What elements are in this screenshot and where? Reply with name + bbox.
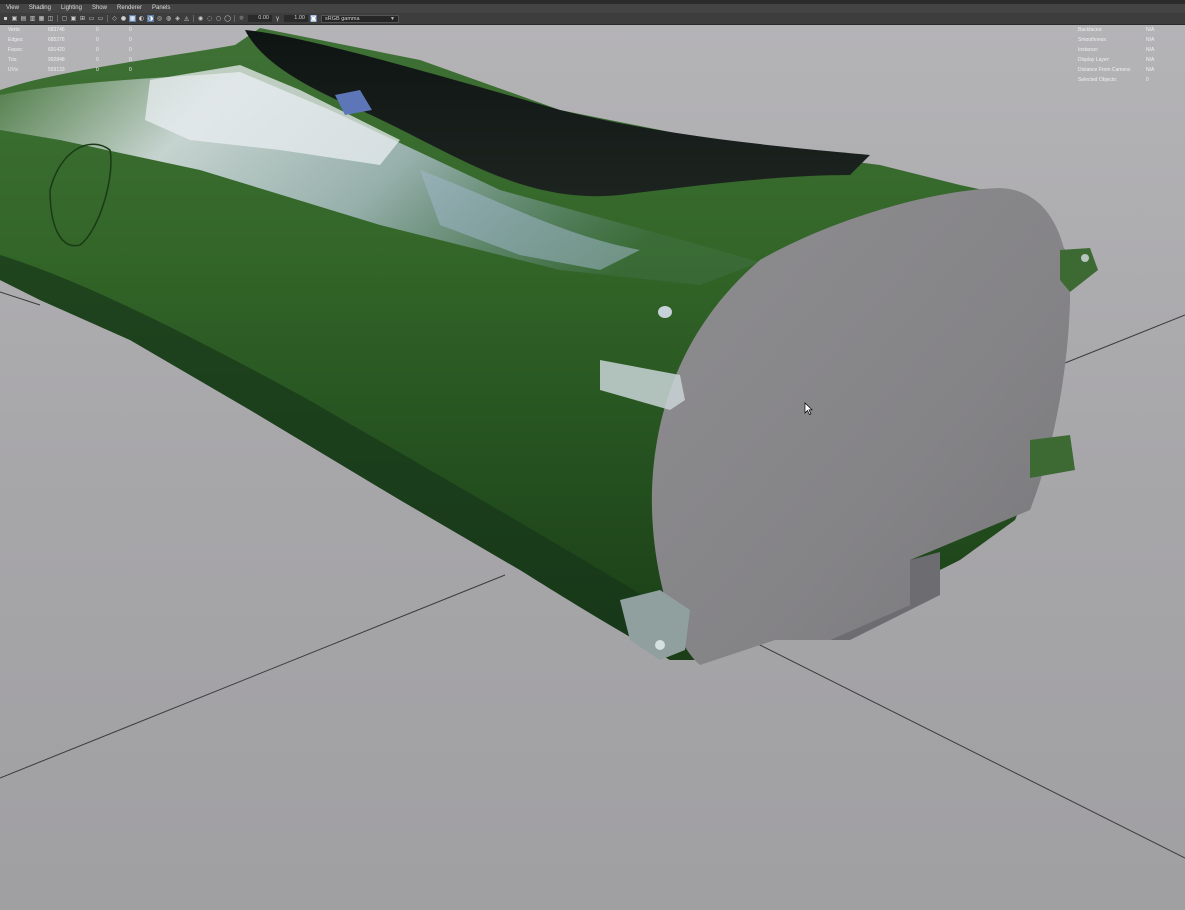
- gamma-icon[interactable]: γ: [274, 15, 281, 22]
- hud-label: Distance From Camera:: [1078, 67, 1132, 73]
- hud-components: 0: [129, 37, 132, 43]
- body-hole: [658, 306, 672, 318]
- xray-joints-icon[interactable]: ○: [215, 15, 222, 22]
- view-transform-dropdown[interactable]: sRGB gamma ▼: [321, 14, 399, 23]
- hud-row-uvs: UVs: 559133 0 0: [8, 65, 149, 75]
- hud-value: 0: [1146, 77, 1149, 83]
- hud-components: 0: [129, 67, 132, 73]
- hud-label: Backfaces:: [1078, 27, 1103, 33]
- menu-renderer[interactable]: Renderer: [117, 4, 142, 13]
- hud-row-backfaces: Backfaces: N/A: [1078, 25, 1154, 35]
- image-plane-icon[interactable]: ▥: [29, 15, 36, 22]
- grid-toggle-icon[interactable]: ▦: [38, 15, 45, 22]
- field-chart-icon[interactable]: ⊞: [79, 15, 86, 22]
- lights-icon[interactable]: ◐: [138, 15, 145, 22]
- hud-components: 0: [129, 57, 132, 63]
- hud-value: 691420: [48, 47, 65, 53]
- lower-mount-bolt: [655, 640, 665, 650]
- hud-row-selected-objects: Selected Objects: 0: [1078, 75, 1154, 85]
- panel-menubar: View Shading Lighting Show Renderer Pane…: [0, 4, 1185, 13]
- poly-count-hud: Verts: 683746 0 0 Edges: 685276 0 0 Face…: [8, 25, 149, 75]
- gate-mask-icon[interactable]: ▣: [70, 15, 77, 22]
- menu-view[interactable]: View: [6, 4, 19, 13]
- hud-row-distance: Distance From Camera: N/A: [1078, 65, 1154, 75]
- hud-value: 683746: [48, 27, 65, 33]
- film-gate-icon[interactable]: ◫: [47, 15, 54, 22]
- hud-label: UVs:: [8, 67, 19, 73]
- smooth-shade-icon[interactable]: ●: [120, 15, 127, 22]
- gamma-field[interactable]: 1.00: [284, 15, 308, 22]
- object-details-hud: Backfaces: N/A Smoothness: N/A Instance:…: [1078, 25, 1154, 85]
- hud-components: 0: [129, 27, 132, 33]
- hud-label: Selected Objects:: [1078, 77, 1118, 83]
- hud-label: Tris:: [8, 57, 18, 63]
- hud-label: Instance:: [1078, 47, 1099, 53]
- backface-culling-icon[interactable]: ◯: [224, 15, 231, 22]
- viewport-3d[interactable]: [0, 25, 1185, 910]
- color-management-icon[interactable]: ◙: [310, 15, 317, 22]
- menu-panels[interactable]: Panels: [152, 4, 170, 13]
- hud-label: Display Layer:: [1078, 57, 1110, 63]
- screen-space-ao-icon[interactable]: ◎: [156, 15, 163, 22]
- toolbar-divider: [234, 15, 235, 22]
- hud-value: 685276: [48, 37, 65, 43]
- hud-value: N/A: [1146, 67, 1155, 73]
- resolution-gate-icon[interactable]: ▢: [61, 15, 68, 22]
- hud-value: N/A: [1146, 47, 1155, 53]
- hud-selected: 0: [96, 27, 99, 33]
- hud-value: 992848: [48, 57, 65, 63]
- exposure-icon[interactable]: ☼: [238, 15, 245, 22]
- camera-attributes-icon[interactable]: ▣: [11, 15, 18, 22]
- chevron-down-icon: ▼: [390, 15, 395, 22]
- toolbar-divider: [57, 15, 58, 22]
- hud-value: N/A: [1146, 37, 1155, 43]
- hud-row-verts: Verts: 683746 0 0: [8, 25, 149, 35]
- maya-window: View Shading Lighting Show Renderer Pane…: [0, 0, 1185, 910]
- hud-row-smoothness: Smoothness: N/A: [1078, 35, 1154, 45]
- hud-selected: 0: [96, 47, 99, 53]
- hud-selected: 0: [96, 67, 99, 73]
- safe-action-icon[interactable]: ▭: [88, 15, 95, 22]
- menu-shading[interactable]: Shading: [29, 4, 51, 13]
- hud-label: Faces:: [8, 47, 24, 53]
- textured-icon[interactable]: ▦: [129, 15, 136, 22]
- hud-value: 559133: [48, 67, 65, 73]
- hud-components: 0: [129, 47, 132, 53]
- view-transform-value: sRGB gamma: [325, 15, 360, 22]
- xray-icon[interactable]: ◌: [206, 15, 213, 22]
- shadows-icon[interactable]: ◑: [147, 15, 154, 22]
- safe-title-icon[interactable]: ▭: [97, 15, 104, 22]
- upper-mount-bolt: [1081, 254, 1089, 262]
- menu-lighting[interactable]: Lighting: [61, 4, 82, 13]
- hud-row-edges: Edges: 685276 0 0: [8, 35, 149, 45]
- hud-row-tris: Tris: 992848 0 0: [8, 55, 149, 65]
- hud-selected: 0: [96, 37, 99, 43]
- panel-toolbar: ▪ ▣ ▤ ▥ ▦ ◫ ▢ ▣ ⊞ ▭ ▭ ◇ ● ▦ ◐ ◑ ◎ ◍ ◈ ◬ …: [0, 13, 1185, 25]
- viewport-render: [0, 25, 1185, 910]
- hud-value: N/A: [1146, 57, 1155, 63]
- hud-label: Verts:: [8, 27, 21, 33]
- hud-value: N/A: [1146, 27, 1155, 33]
- hud-selected: 0: [96, 57, 99, 63]
- wireframe-icon[interactable]: ◇: [111, 15, 118, 22]
- motion-blur-icon[interactable]: ◍: [165, 15, 172, 22]
- hud-row-display-layer: Display Layer: N/A: [1078, 55, 1154, 65]
- exposure-field[interactable]: 0.00: [248, 15, 272, 22]
- bookmark-icon[interactable]: ▤: [20, 15, 27, 22]
- depth-of-field-icon[interactable]: ◬: [183, 15, 190, 22]
- isolate-select-icon[interactable]: ◉: [197, 15, 204, 22]
- toolbar-divider: [193, 15, 194, 22]
- anti-aliasing-icon[interactable]: ◈: [174, 15, 181, 22]
- toolbar-divider: [107, 15, 108, 22]
- select-camera-icon[interactable]: ▪: [2, 15, 9, 22]
- menu-show[interactable]: Show: [92, 4, 107, 13]
- hud-row-faces: Faces: 691420 0 0: [8, 45, 149, 55]
- hud-label: Edges:: [8, 37, 24, 43]
- hud-label: Smoothness:: [1078, 37, 1108, 43]
- hud-row-instance: Instance: N/A: [1078, 45, 1154, 55]
